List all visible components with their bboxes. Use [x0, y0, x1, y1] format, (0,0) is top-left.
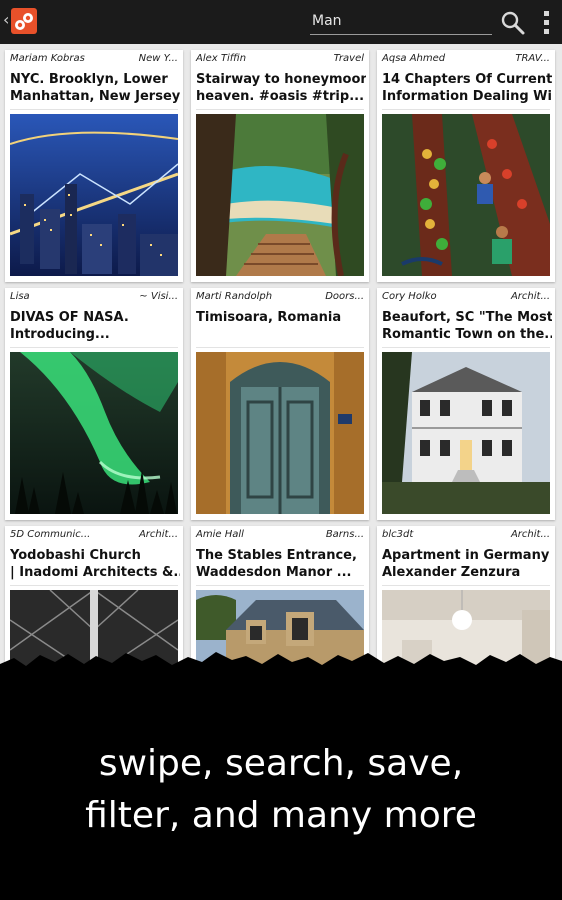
card-title[interactable]: Stairway to honeymoon heaven. #oasis #tr…: [196, 71, 366, 105]
card-title-line: Apartment in Germany by: [382, 548, 552, 563]
card-title-line: Alexander Zenzura: [382, 565, 521, 580]
card-title-line: heaven. #oasis #trip...: [196, 89, 365, 104]
card-meta: Alex Tiffin Travel: [196, 53, 364, 67]
card-title[interactable]: Apartment in Germany by Alexander Zenzur…: [382, 547, 552, 581]
search-input[interactable]: [310, 10, 494, 32]
card-meta: 5D Communic... Archit...: [10, 529, 178, 543]
action-bar: ‹: [0, 0, 562, 44]
card-category[interactable]: Archit...: [139, 529, 178, 540]
promo-caption-line: filter, and many more: [85, 795, 477, 836]
card-author[interactable]: Marti Randolph: [196, 291, 272, 302]
tropical-stairway-photo[interactable]: [196, 114, 364, 276]
card-title-line: Information Dealing Wit...: [382, 89, 552, 104]
card-title-line: 14 Chapters Of Current: [382, 72, 552, 87]
divider: [382, 585, 550, 586]
night-city-bridges-photo[interactable]: [10, 114, 178, 276]
card-author[interactable]: Cory Holko: [382, 291, 437, 302]
card-title[interactable]: 14 Chapters Of Current Information Deali…: [382, 71, 552, 105]
card-title-line: Introducing...: [10, 327, 110, 342]
divider: [382, 347, 550, 348]
card-title-line: Romantic Town on the...: [382, 327, 552, 342]
pin-grid: Mariam Kobras New Y... NYC. Brooklyn, Lo…: [0, 44, 562, 758]
card-author[interactable]: blc3dt: [382, 529, 413, 540]
card-category[interactable]: Travel: [334, 53, 364, 64]
card-meta: Mariam Kobras New Y...: [10, 53, 178, 67]
card-title[interactable]: Yodobashi Church | Inadomi Architects &.…: [10, 547, 180, 581]
pin-card[interactable]: Alex Tiffin Travel Stairway to honeymoon…: [191, 50, 369, 282]
promo-caption-line: swipe, search, save,: [98, 743, 464, 784]
floating-market-photo[interactable]: [382, 114, 550, 276]
divider: [10, 347, 178, 348]
card-title[interactable]: Beaufort, SC "The Most Romantic Town on …: [382, 309, 552, 343]
divider: [382, 109, 550, 110]
divider: [196, 109, 364, 110]
card-title-line: | Inadomi Architects &...: [10, 565, 180, 580]
card-category[interactable]: TRAV...: [515, 53, 550, 64]
pin-card[interactable]: Lisa ~ Visi... DIVAS OF NASA. Introducin…: [5, 288, 183, 520]
card-category[interactable]: ~ Visi...: [139, 291, 178, 302]
ornate-green-door-photo[interactable]: [196, 352, 364, 514]
card-author[interactable]: Alex Tiffin: [196, 53, 246, 64]
card-meta: Amie Hall Barns...: [196, 529, 364, 543]
card-author[interactable]: Mariam Kobras: [10, 53, 85, 64]
divider: [10, 109, 178, 110]
card-title-line: DIVAS OF NASA.: [10, 310, 129, 325]
card-category[interactable]: New Y...: [139, 53, 178, 64]
card-category[interactable]: Archit...: [511, 291, 550, 302]
divider: [196, 347, 364, 348]
search-field[interactable]: [310, 10, 494, 35]
card-title-line: Waddesdon Manor ...: [196, 565, 352, 580]
app-logo-icon[interactable]: [11, 8, 37, 34]
card-meta: Lisa ~ Visi...: [10, 291, 178, 305]
card-title[interactable]: NYC. Brooklyn, Lower Manhattan, New Jers…: [10, 71, 180, 105]
card-category[interactable]: Archit...: [511, 529, 550, 540]
pin-card[interactable]: Cory Holko Archit... Beaufort, SC "The M…: [377, 288, 555, 520]
southern-mansion-photo[interactable]: [382, 352, 550, 514]
card-author[interactable]: Lisa: [10, 291, 30, 302]
card-meta: Cory Holko Archit...: [382, 291, 550, 305]
card-title-line: Yodobashi Church: [10, 548, 141, 563]
card-title[interactable]: DIVAS OF NASA. Introducing...: [10, 309, 180, 343]
search-icon[interactable]: [500, 10, 526, 36]
card-title-line: NYC. Brooklyn, Lower: [10, 72, 168, 87]
card-title-line: The Stables Entrance,: [196, 548, 357, 563]
card-meta: blc3dt Archit...: [382, 529, 550, 543]
card-category[interactable]: Doors...: [325, 291, 364, 302]
promo-caption: swipe, search, save, filter, and many mo…: [0, 738, 562, 842]
card-meta: Marti Randolph Doors...: [196, 291, 364, 305]
pin-card[interactable]: Mariam Kobras New Y... NYC. Brooklyn, Lo…: [5, 50, 183, 282]
aurora-borealis-photo[interactable]: [10, 352, 178, 514]
pin-card[interactable]: Aqsa Ahmed TRAV... 14 Chapters Of Curren…: [377, 50, 555, 282]
card-title-line: Timisoara, Romania: [196, 310, 342, 325]
card-author[interactable]: Amie Hall: [196, 529, 244, 540]
divider: [196, 585, 364, 586]
divider: [10, 585, 178, 586]
overflow-menu-icon[interactable]: [539, 11, 553, 35]
card-title[interactable]: The Stables Entrance, Waddesdon Manor ..…: [196, 547, 366, 581]
card-title[interactable]: Timisoara, Romania: [196, 309, 366, 326]
chevron-left-icon[interactable]: ‹: [3, 12, 9, 28]
card-title-line: Beaufort, SC "The Most: [382, 310, 552, 325]
card-author[interactable]: Aqsa Ahmed: [382, 53, 445, 64]
card-title-line: Manhattan, New Jersey...: [10, 89, 180, 104]
card-meta: Aqsa Ahmed TRAV...: [382, 53, 550, 67]
card-title-line: Stairway to honeymoon: [196, 72, 366, 87]
card-category[interactable]: Barns...: [326, 529, 364, 540]
card-author[interactable]: 5D Communic...: [10, 529, 90, 540]
pin-card[interactable]: Marti Randolph Doors... Timisoara, Roman…: [191, 288, 369, 520]
